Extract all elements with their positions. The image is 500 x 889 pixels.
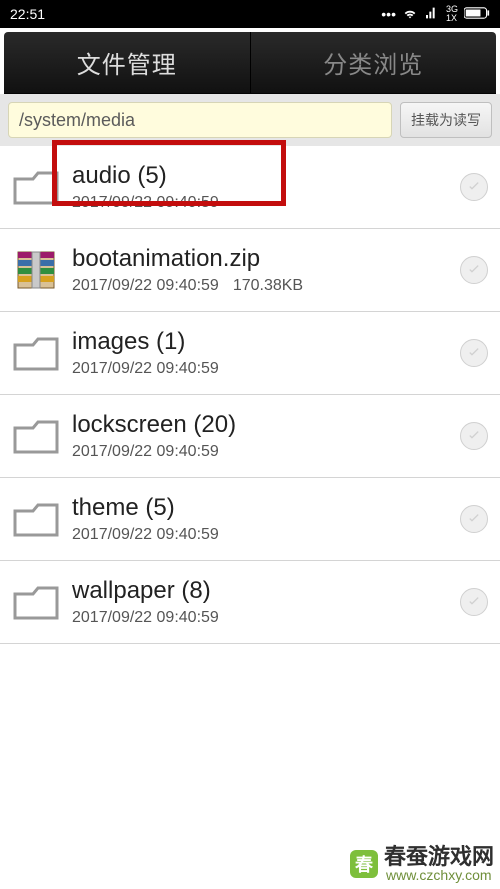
list-item[interactable]: bootanimation.zip 2017/09/22 09:40:59 17… [0, 229, 500, 312]
folder-icon [8, 582, 64, 622]
item-name: theme (5) [72, 494, 460, 522]
battery-icon [464, 6, 490, 23]
status-icons: ••• 3G1X [381, 5, 490, 24]
item-datetime: 2017/09/22 09:40:59 [72, 609, 219, 627]
status-time: 22:51 [10, 6, 45, 22]
path-input[interactable] [8, 102, 392, 138]
item-name: bootanimation.zip [72, 245, 460, 273]
tab-category-browse[interactable]: 分类浏览 [251, 32, 497, 93]
item-datetime: 2017/09/22 09:40:59 [72, 277, 219, 295]
file-list: audio (5) 2017/09/22 09:40:59 bootanimat… [0, 146, 500, 644]
more-icon: ••• [381, 6, 396, 22]
item-name: images (1) [72, 328, 460, 356]
item-name: wallpaper (8) [72, 577, 460, 605]
select-checkbox[interactable] [460, 422, 488, 450]
select-checkbox[interactable] [460, 339, 488, 367]
folder-icon [8, 333, 64, 373]
folder-icon [8, 167, 64, 207]
select-checkbox[interactable] [460, 588, 488, 616]
watermark-url: www.czchxy.com [386, 868, 494, 883]
network-label: 3G1X [446, 5, 458, 23]
archive-icon [8, 246, 64, 294]
list-item[interactable]: audio (5) 2017/09/22 09:40:59 [0, 146, 500, 229]
mount-rw-button[interactable]: 挂载为读写 [400, 102, 492, 138]
item-size: 170.38KB [233, 277, 303, 295]
item-name: audio (5) [72, 162, 460, 190]
folder-icon [8, 499, 64, 539]
list-item[interactable]: images (1) 2017/09/22 09:40:59 [0, 312, 500, 395]
tab-label: 文件管理 [77, 45, 177, 80]
list-item[interactable]: lockscreen (20) 2017/09/22 09:40:59 [0, 395, 500, 478]
watermark: 春 春蚕游戏网 www.czchxy.com [350, 845, 494, 883]
watermark-logo-icon: 春 [350, 850, 378, 878]
list-item[interactable]: theme (5) 2017/09/22 09:40:59 [0, 478, 500, 561]
path-bar: 挂载为读写 [0, 94, 500, 146]
select-checkbox[interactable] [460, 173, 488, 201]
item-datetime: 2017/09/22 09:40:59 [72, 443, 219, 461]
folder-icon [8, 416, 64, 456]
select-checkbox[interactable] [460, 505, 488, 533]
list-item[interactable]: wallpaper (8) 2017/09/22 09:40:59 [0, 561, 500, 644]
wifi-icon [402, 5, 418, 24]
tab-bar: 文件管理 分类浏览 [4, 32, 496, 94]
tab-file-management[interactable]: 文件管理 [4, 32, 251, 93]
signal-icon [424, 5, 440, 24]
select-checkbox[interactable] [460, 256, 488, 284]
status-bar: 22:51 ••• 3G1X [0, 0, 500, 28]
watermark-brand: 春蚕游戏网 [384, 845, 494, 868]
tab-label: 分类浏览 [323, 45, 423, 80]
item-datetime: 2017/09/22 09:40:59 [72, 526, 219, 544]
item-datetime: 2017/09/22 09:40:59 [72, 360, 219, 378]
item-name: lockscreen (20) [72, 411, 460, 439]
item-datetime: 2017/09/22 09:40:59 [72, 194, 219, 212]
